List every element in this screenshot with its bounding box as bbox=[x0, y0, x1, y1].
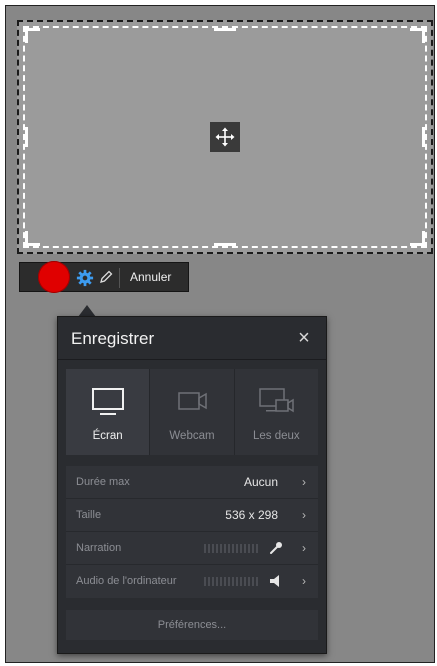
gear-icon[interactable] bbox=[76, 269, 94, 287]
preferences-button[interactable]: Préférences... bbox=[66, 610, 318, 640]
option-value: 536 x 298 bbox=[225, 508, 278, 522]
source-label-both: Les deux bbox=[252, 430, 300, 442]
pencil-icon[interactable] bbox=[98, 269, 114, 285]
option-size[interactable]: Taille 536 x 298 › bbox=[66, 499, 318, 532]
record-panel: Enregistrer × Écran Webcam Les deux Duré… bbox=[57, 316, 327, 654]
option-max-duration[interactable]: Durée max Aucun › bbox=[66, 466, 318, 499]
source-both[interactable]: Les deux bbox=[235, 369, 318, 455]
source-screen[interactable]: Écran bbox=[66, 369, 151, 455]
source-webcam[interactable]: Webcam bbox=[150, 369, 235, 455]
option-label: Narration bbox=[76, 542, 122, 554]
option-narration[interactable]: Narration › bbox=[66, 532, 318, 565]
panel-title: Enregistrer bbox=[71, 329, 155, 348]
source-selector: Écran Webcam Les deux bbox=[66, 369, 318, 455]
resize-handle-left[interactable] bbox=[25, 127, 28, 147]
audio-level-meter bbox=[204, 544, 260, 553]
resize-handle-bottom-right[interactable] bbox=[410, 231, 425, 246]
close-button[interactable]: × bbox=[294, 327, 314, 349]
microphone-icon[interactable] bbox=[268, 540, 284, 556]
capture-region[interactable] bbox=[17, 20, 433, 254]
monitor-icon bbox=[91, 388, 124, 415]
speaker-icon[interactable] bbox=[268, 573, 284, 589]
screen-and-webcam-icon bbox=[259, 388, 295, 413]
resize-handle-top[interactable] bbox=[214, 28, 236, 31]
option-label: Taille bbox=[76, 509, 102, 521]
option-value: Aucun bbox=[243, 475, 278, 489]
move-handle[interactable] bbox=[210, 122, 240, 152]
resize-handle-top-left[interactable] bbox=[25, 28, 40, 43]
option-label: Durée max bbox=[76, 476, 130, 488]
cancel-button[interactable]: Annuler bbox=[124, 263, 177, 291]
capture-toolbar: Annuler bbox=[19, 261, 189, 293]
webcam-icon bbox=[178, 392, 207, 410]
resize-handle-bottom-left[interactable] bbox=[25, 231, 40, 246]
source-label-webcam: Webcam bbox=[169, 430, 215, 442]
resize-handle-top-right[interactable] bbox=[410, 28, 425, 43]
option-label: Audio de l'ordinateur bbox=[76, 575, 177, 587]
toolbar-divider bbox=[119, 268, 120, 288]
chevron-right-icon: › bbox=[302, 508, 306, 522]
resize-handle-right[interactable] bbox=[422, 127, 425, 147]
resize-handle-bottom[interactable] bbox=[214, 243, 236, 246]
move-arrows-icon bbox=[215, 127, 235, 147]
options-list: Durée max Aucun › Taille 536 x 298 › Nar… bbox=[66, 466, 318, 598]
option-system-audio[interactable]: Audio de l'ordinateur › bbox=[66, 565, 318, 598]
source-label-screen: Écran bbox=[92, 430, 123, 442]
chevron-right-icon: › bbox=[302, 574, 306, 588]
chevron-right-icon: › bbox=[302, 541, 306, 555]
chevron-right-icon: › bbox=[302, 475, 306, 489]
panel-divider bbox=[58, 359, 326, 360]
record-button[interactable] bbox=[38, 261, 70, 293]
audio-level-meter bbox=[204, 577, 260, 586]
